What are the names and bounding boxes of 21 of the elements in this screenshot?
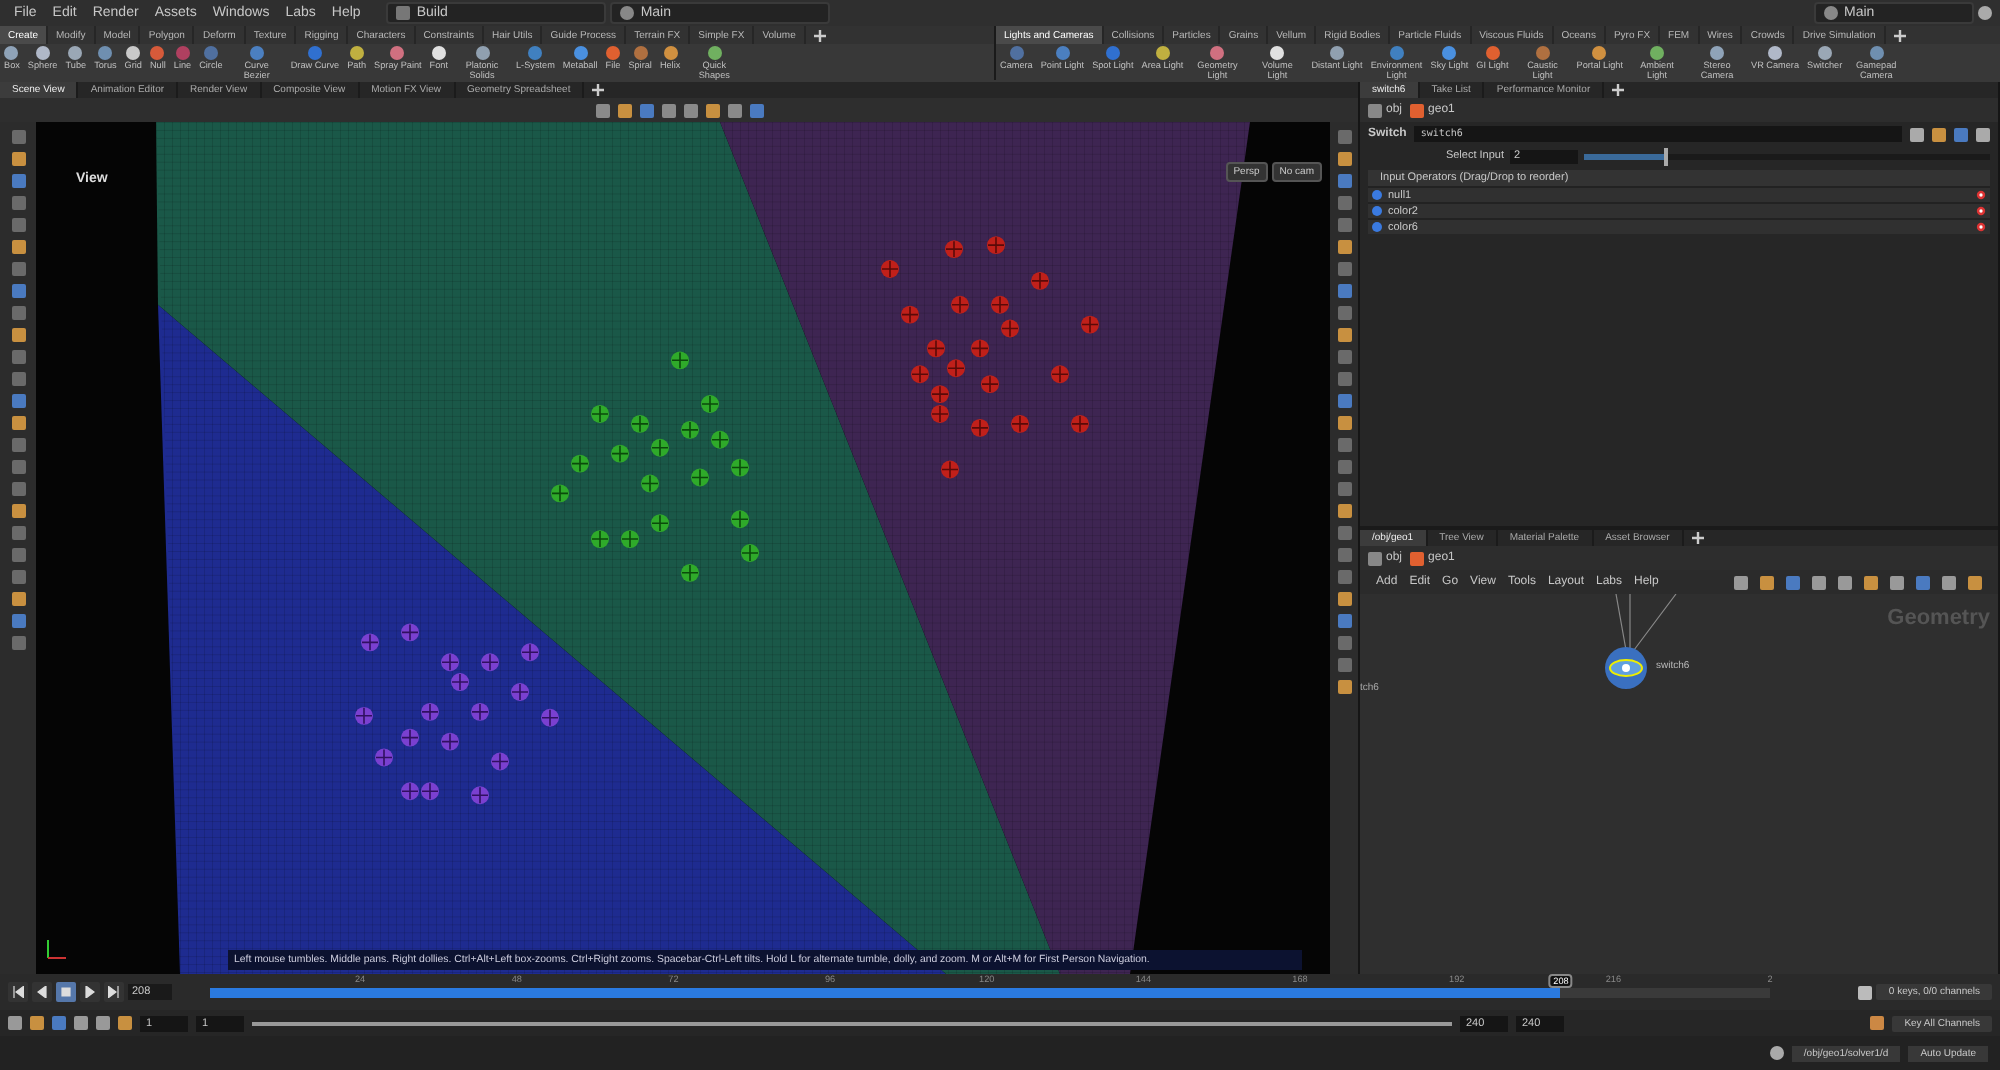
stop-icon <box>60 986 72 998</box>
node-icon <box>1372 190 1382 200</box>
switch-node-icon[interactable] <box>1604 646 1648 690</box>
slider-fill[interactable] <box>1584 153 1666 159</box>
add-tab-icon[interactable] <box>592 84 605 96</box>
skip-end-icon <box>108 986 120 998</box>
add-tab-icon[interactable] <box>1691 532 1704 544</box>
playback-button[interactable] <box>32 982 52 1002</box>
node-icon <box>1372 206 1382 216</box>
skip-start-icon <box>12 986 24 998</box>
slider-thumb[interactable] <box>1663 147 1668 165</box>
playback-button[interactable] <box>8 982 28 1002</box>
play-icon <box>84 986 96 998</box>
add-tab-icon[interactable] <box>813 29 826 41</box>
step-back-icon <box>36 986 48 998</box>
node-icon <box>1372 222 1382 232</box>
add-tab-icon[interactable] <box>1893 29 1906 41</box>
axis-gizmo-icon <box>44 938 68 962</box>
playback-button[interactable] <box>80 982 100 1002</box>
playback-button[interactable] <box>104 982 124 1002</box>
add-tab-icon[interactable] <box>1612 84 1625 96</box>
